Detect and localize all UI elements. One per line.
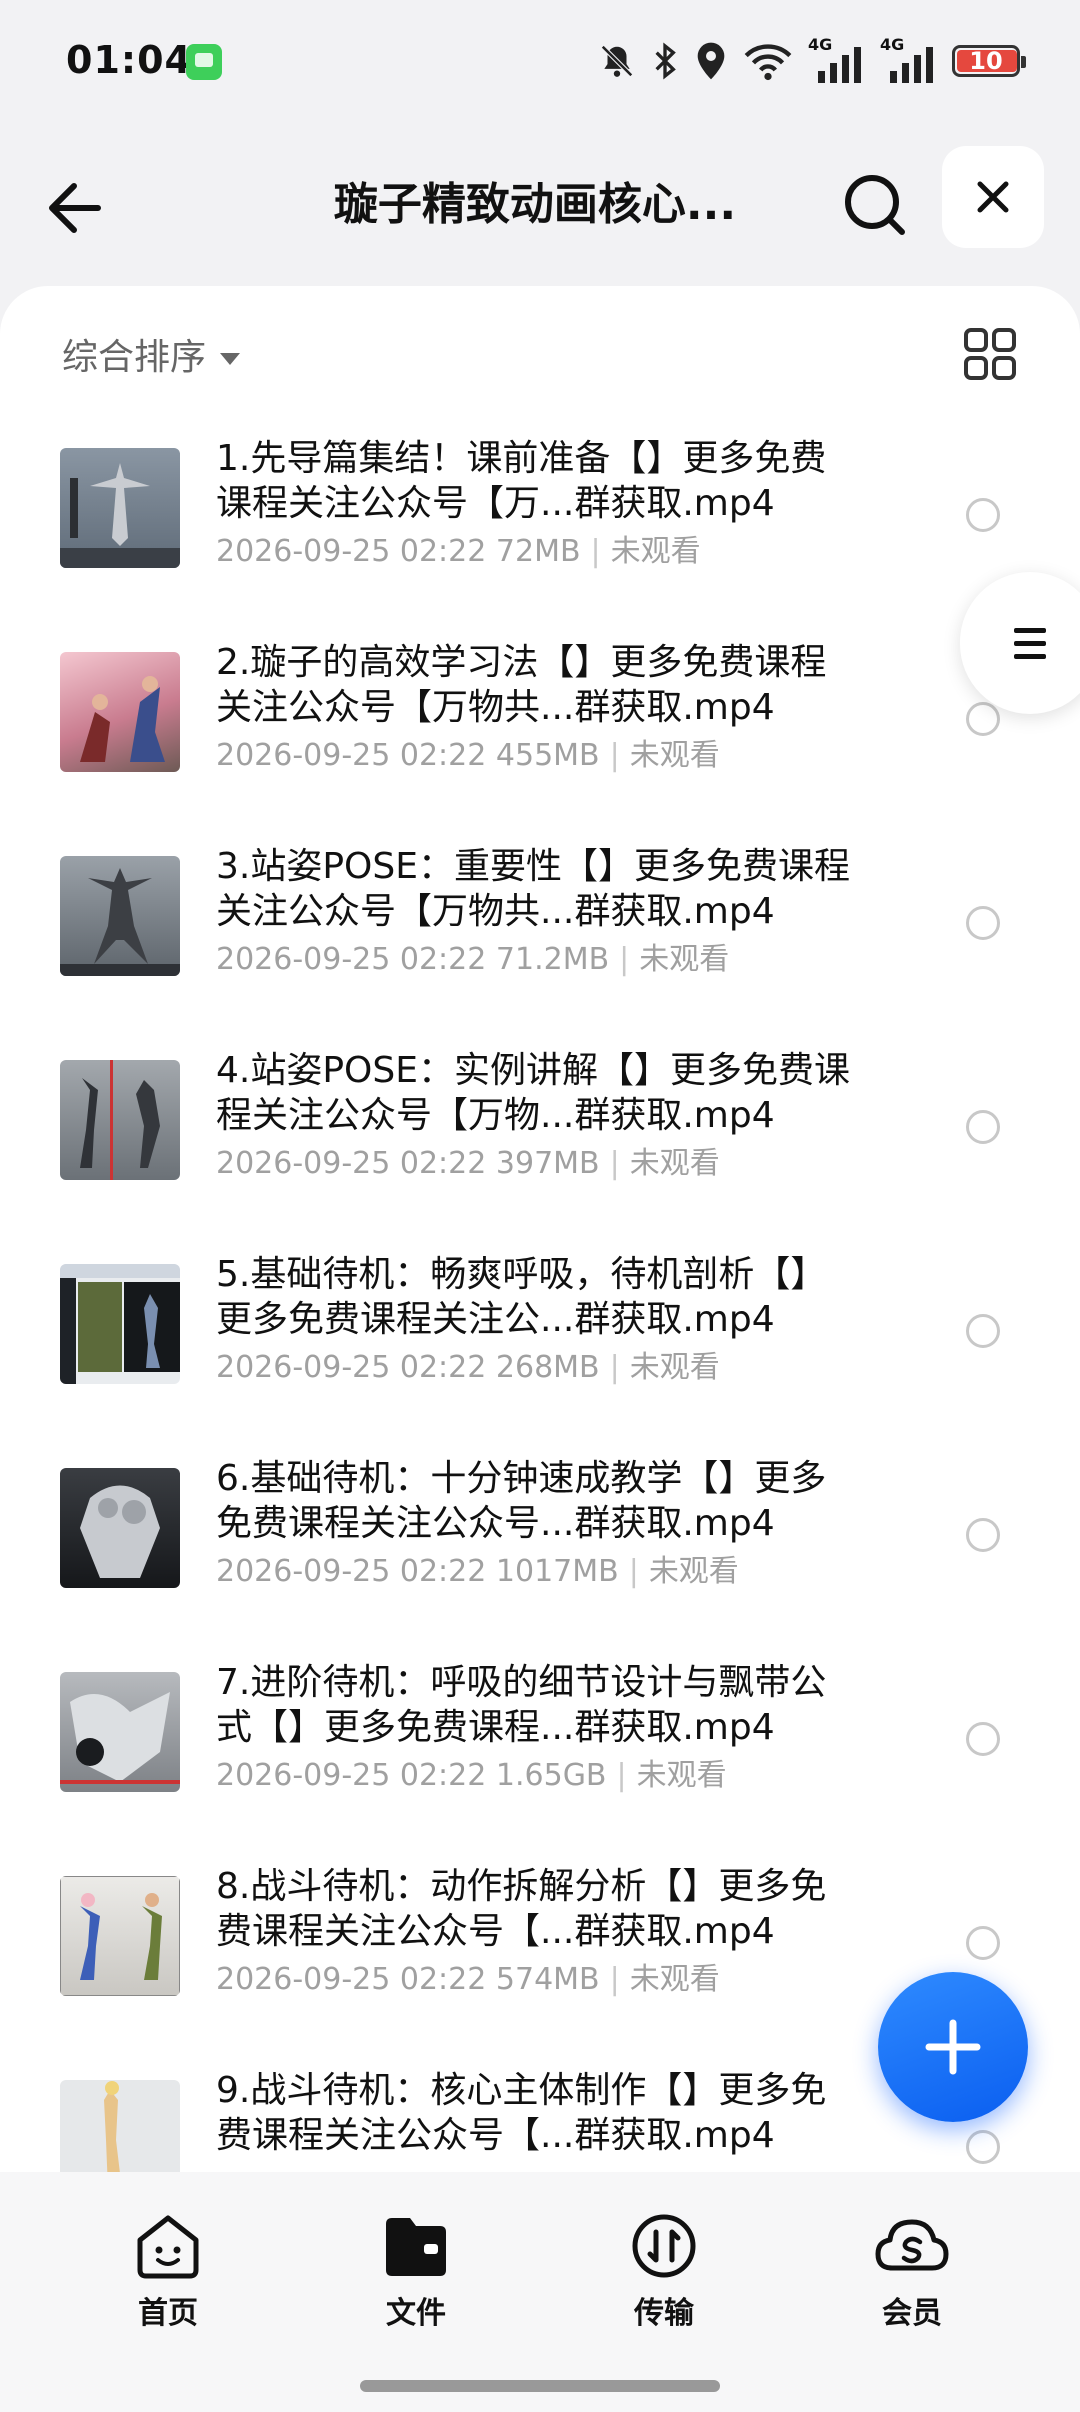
select-radio[interactable]: [966, 1722, 1000, 1756]
list-item[interactable]: 2.璇子的高效学习法【】更多免费课程关注公众号【万物共...群获取.mp4 20…: [0, 630, 1080, 834]
file-title: 3.站姿POSE：重要性【】更多免费课程关注公众号【万物共...群获取.mp4: [216, 846, 850, 932]
grid-view-button[interactable]: [962, 326, 1018, 382]
video-thumbnail: [60, 1876, 180, 1996]
nav-home[interactable]: 首页: [88, 2212, 248, 2332]
chat-app-icon: [186, 44, 222, 80]
video-thumbnail: [60, 856, 180, 976]
file-title: 1.先导篇集结！课前准备【】更多免费课程关注公众号【万...群获取.mp4: [216, 438, 827, 524]
nav-files[interactable]: 文件: [336, 2212, 496, 2332]
select-radio[interactable]: [966, 2130, 1000, 2164]
close-icon: [977, 181, 1009, 213]
sort-dropdown[interactable]: 综合排序: [62, 328, 241, 380]
wifi-icon: [744, 44, 792, 81]
nav-home-label: 首页: [138, 2296, 198, 2331]
battery-level: 10: [969, 47, 1003, 75]
transfer-icon: [632, 2214, 696, 2278]
file-meta: 2026-09-25 02:22 1.65GB | 未观看: [216, 1758, 727, 1793]
arrow-left-icon: [49, 183, 101, 233]
search-icon: [845, 175, 905, 235]
list-item[interactable]: 7.进阶待机：呼吸的细节设计与飘带公式【】更多免费课程...群获取.mp4 20…: [0, 1650, 1080, 1854]
nav-member[interactable]: 会员: [832, 2212, 992, 2332]
select-radio[interactable]: [966, 1926, 1000, 1960]
plus-icon: [925, 2019, 981, 2075]
folder-icon: [386, 2218, 446, 2276]
file-meta: 2026-09-25 02:22 397MB | 未观看: [216, 1146, 720, 1181]
file-title: 9.战斗待机：核心主体制作【】更多免费课程关注公众号【...群获取.mp4: [216, 2070, 827, 2156]
nav-transfer-label: 传输: [634, 2296, 694, 2331]
select-radio[interactable]: [966, 1314, 1000, 1348]
header-bar: 璇子精致动画核心...: [0, 120, 1080, 270]
home-face-icon: [137, 2215, 199, 2279]
battery-icon: 10: [952, 45, 1026, 77]
file-title: 7.进阶待机：呼吸的细节设计与飘带公式【】更多免费课程...群获取.mp4: [216, 1662, 827, 1748]
bluetooth-icon: [655, 42, 676, 80]
list-item[interactable]: 3.站姿POSE：重要性【】更多免费课程关注公众号【万物共...群获取.mp4 …: [0, 834, 1080, 1038]
close-button[interactable]: [942, 146, 1044, 248]
file-meta: 2026-09-25 02:22 268MB | 未观看: [216, 1350, 720, 1385]
status-time: 01:04: [66, 38, 192, 82]
file-meta: 2026-09-25 02:22 1017MB | 未观看: [216, 1554, 739, 1589]
status-bar: 01:04 4G 4G 10: [0, 0, 1080, 120]
caret-down-icon: [220, 353, 241, 365]
bottom-nav: 首页 文件 传输 会员: [0, 2172, 1080, 2412]
file-meta: 2026-09-25 02:22 71.2MB | 未观看: [216, 942, 730, 977]
nav-member-label: 会员: [882, 2296, 942, 2331]
select-radio[interactable]: [966, 906, 1000, 940]
nav-transfer[interactable]: 传输: [584, 2212, 744, 2332]
select-radio[interactable]: [966, 498, 1000, 532]
menu-lines-icon: [1014, 628, 1046, 659]
video-thumbnail: [60, 1672, 180, 1792]
nav-files-label: 文件: [386, 2296, 446, 2331]
list-item[interactable]: 4.站姿POSE：实例讲解【】更多免费课程关注公众号【万物...群获取.mp4 …: [0, 1038, 1080, 1242]
file-title: 8.战斗待机：动作拆解分析【】更多免费课程关注公众号【...群获取.mp4: [216, 1866, 827, 1952]
list-item[interactable]: 1.先导篇集结！课前准备【】更多免费课程关注公众号【万...群获取.mp4 20…: [0, 426, 1080, 630]
grid-view-icon: [964, 328, 1016, 380]
signal-4g-icon: 4G: [808, 35, 866, 83]
list-item[interactable]: 6.基础待机：十分钟速成教学【】更多免费课程关注公众号...群获取.mp4 20…: [0, 1446, 1080, 1650]
cloud-member-icon: [875, 2219, 949, 2271]
file-meta: 2026-09-25 02:22 72MB | 未观看: [216, 534, 701, 569]
file-list-card: 综合排序 1.先导篇集结！课前准备【】更多免费课程关注公众号【万...群获取.m…: [0, 286, 1080, 2186]
file-meta: 2026-09-25 02:22 455MB | 未观看: [216, 738, 720, 773]
select-radio[interactable]: [966, 1518, 1000, 1552]
file-title: 4.站姿POSE：实例讲解【】更多免费课程关注公众号【万物...群获取.mp4: [216, 1050, 850, 1136]
video-thumbnail: [60, 2080, 180, 2176]
video-thumbnail: [60, 1468, 180, 1588]
signal-4g-icon: 4G: [880, 35, 938, 83]
video-thumbnail: [60, 448, 180, 568]
video-thumbnail: [60, 1264, 180, 1384]
select-radio[interactable]: [966, 1110, 1000, 1144]
back-button[interactable]: [40, 168, 120, 248]
file-list: 1.先导篇集结！课前准备【】更多免费课程关注公众号【万...群获取.mp4 20…: [0, 426, 1080, 2176]
search-button[interactable]: [836, 166, 916, 246]
file-title: 2.璇子的高效学习法【】更多免费课程关注公众号【万物共...群获取.mp4: [216, 642, 827, 728]
page-title: 璇子精致动画核心...: [333, 179, 737, 230]
file-title: 6.基础待机：十分钟速成教学【】更多免费课程关注公众号...群获取.mp4: [216, 1458, 827, 1544]
video-thumbnail: [60, 1060, 180, 1180]
status-icons: 4G 4G 10: [598, 35, 1026, 86]
home-indicator: [360, 2380, 720, 2392]
file-title: 5.基础待机：畅爽呼吸，待机剖析【】更多免费课程关注公...群获取.mp4: [216, 1254, 827, 1340]
sort-label: 综合排序: [62, 337, 207, 378]
file-meta: 2026-09-25 02:22 574MB | 未观看: [216, 1962, 720, 1997]
list-item[interactable]: 5.基础待机：畅爽呼吸，待机剖析【】更多免费课程关注公...群获取.mp4 20…: [0, 1242, 1080, 1446]
add-button[interactable]: [878, 1972, 1028, 2122]
video-thumbnail: [60, 652, 180, 772]
location-icon: [697, 42, 725, 80]
select-radio[interactable]: [966, 702, 1000, 736]
mute-bell-icon: [601, 45, 633, 77]
